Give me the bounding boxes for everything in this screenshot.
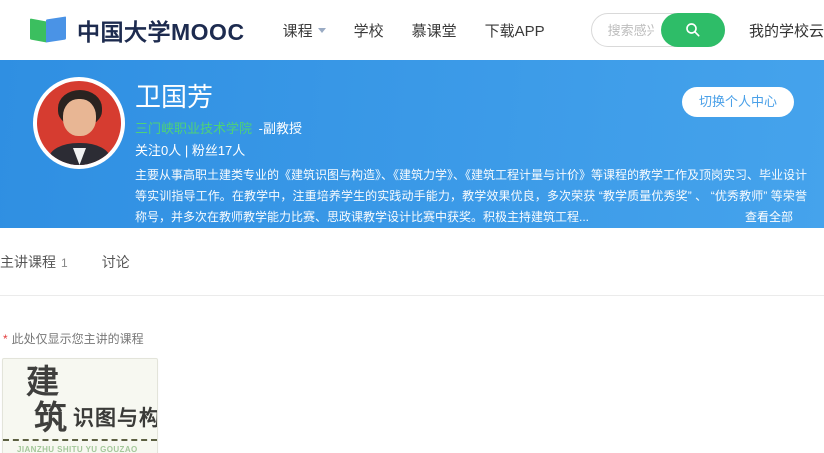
- course-card[interactable]: 建 筑 识图与构造 JIANZHU SHITU YU GOUZAO: [2, 358, 158, 453]
- search-button[interactable]: [661, 13, 725, 47]
- nav-item-label: 课程: [283, 20, 313, 41]
- nav-item-label: 学校: [354, 20, 384, 41]
- cover-dashed-divider: [3, 439, 157, 441]
- tabs: 主讲课程 1 讨论: [0, 228, 824, 272]
- course-cover-subtitle: 识图与构造: [73, 402, 158, 432]
- avatar[interactable]: [33, 77, 125, 169]
- nav-item-download-app[interactable]: 下载APP: [485, 20, 545, 41]
- switch-personal-center-button[interactable]: 切换个人中心: [682, 87, 794, 117]
- site-logo[interactable]: 中国大学MOOC: [30, 13, 245, 47]
- tab-discussion[interactable]: 讨论: [102, 252, 130, 272]
- tab-label: 讨论: [102, 252, 130, 272]
- nav-item-label: 慕课堂: [412, 20, 457, 41]
- nav-item-courses[interactable]: 课程: [283, 20, 326, 41]
- tab-count: 1: [61, 256, 68, 270]
- school-row: 三门峡职业技术学院 -副教授: [135, 121, 807, 137]
- follow-stats: 关注0人 | 粉丝17人: [135, 143, 807, 159]
- top-navbar: 中国大学MOOC 课程 学校 慕课堂 下载APP 我的学校云: [0, 0, 824, 60]
- nav-item-mooc-class[interactable]: 慕课堂: [412, 20, 457, 41]
- main-nav: 课程 学校 慕课堂 下载APP: [283, 20, 545, 41]
- asterisk: *: [3, 332, 8, 346]
- tabs-bar: 主讲课程 1 讨论: [0, 228, 824, 296]
- nav-item-schools[interactable]: 学校: [354, 20, 384, 41]
- teacher-description: 主要从事高职土建类专业的《建筑识图与构造》、《建筑力学》、《建筑工程计量与计价》…: [135, 165, 807, 228]
- tab-label: 主讲课程: [0, 252, 56, 272]
- course-cover-title-row: 筑 识图与构造: [34, 400, 157, 435]
- description-text: 主要从事高职土建类专业的《建筑识图与构造》、《建筑力学》、《建筑工程计量与计价》…: [135, 168, 807, 224]
- view-all-link[interactable]: 查看全部: [745, 207, 793, 228]
- nav-item-label: 下载APP: [485, 20, 545, 41]
- school-link[interactable]: 三门峡职业技术学院: [135, 121, 252, 136]
- chevron-down-icon: [318, 28, 326, 33]
- course-cover-char1: 建: [26, 363, 157, 400]
- courses-note: * 此处仅显示您主讲的课程: [3, 330, 144, 347]
- note-text: 此处仅显示您主讲的课程: [12, 332, 144, 346]
- logo-book-icon: [30, 16, 68, 44]
- profile-banner: 卫国芳 三门峡职业技术学院 -副教授 关注0人 | 粉丝17人 主要从事高职土建…: [0, 60, 824, 228]
- logo-text: 中国大学MOOC: [77, 13, 245, 47]
- course-cover-pinyin: JIANZHU SHITU YU GOUZAO: [17, 445, 157, 453]
- search-icon: [684, 21, 702, 39]
- search-bar: [591, 13, 725, 47]
- course-cover-char2: 筑: [34, 400, 67, 435]
- tab-taught-courses[interactable]: 主讲课程 1: [0, 252, 68, 272]
- avatar-photo: [37, 81, 121, 165]
- teacher-title: -副教授: [259, 121, 302, 136]
- my-school-cloud-link[interactable]: 我的学校云: [749, 20, 824, 41]
